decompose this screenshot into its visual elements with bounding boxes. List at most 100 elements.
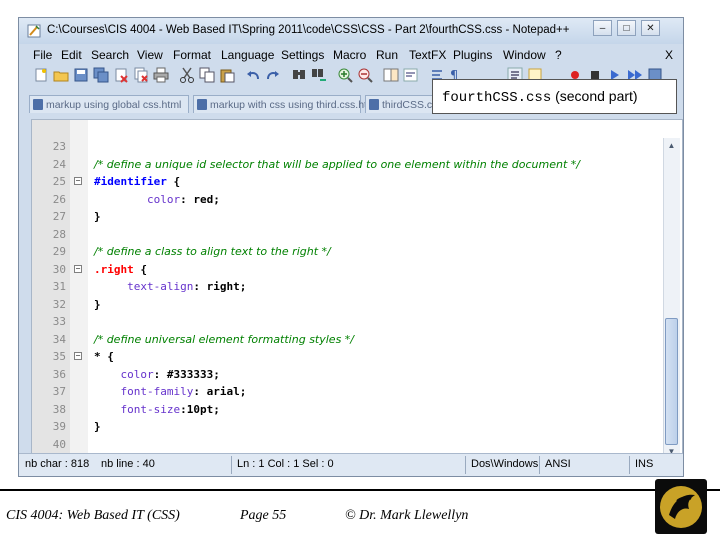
status-nb-line: nb line : 40 bbox=[101, 458, 155, 470]
close-icon[interactable] bbox=[113, 67, 129, 83]
code-line[interactable]: 31 text-align: right; bbox=[32, 278, 652, 296]
close-document-button[interactable]: X bbox=[665, 48, 673, 62]
zoom-out-icon[interactable] bbox=[357, 67, 373, 83]
code-line[interactable]: 29 /* define a class to align text to the… bbox=[32, 243, 652, 261]
code-token: ; bbox=[239, 280, 247, 293]
ucf-pegasus-logo bbox=[655, 479, 707, 534]
code-line[interactable]: 38 font-size:10pt; bbox=[32, 401, 652, 419]
status-separator bbox=[465, 456, 466, 474]
copy-icon[interactable] bbox=[199, 67, 215, 83]
minimize-button[interactable]: – bbox=[593, 20, 612, 36]
tab-markup-global-css[interactable]: markup using global css.html bbox=[29, 95, 189, 113]
save-icon[interactable] bbox=[73, 67, 89, 83]
fold-toggle-icon[interactable]: − bbox=[74, 264, 82, 273]
code-token: ; bbox=[213, 402, 220, 416]
code-line[interactable]: 27} bbox=[32, 208, 652, 226]
scroll-up-icon[interactable]: ▲ bbox=[665, 139, 678, 152]
code-token: : bbox=[180, 192, 194, 206]
code-line[interactable]: 35− * { bbox=[32, 348, 652, 366]
code-line[interactable]: 36 color: #333333; bbox=[32, 366, 652, 384]
cut-icon[interactable] bbox=[179, 67, 195, 83]
zoom-in-icon[interactable] bbox=[337, 67, 353, 83]
menu-file[interactable]: File bbox=[33, 48, 52, 62]
line-number: 32 bbox=[52, 297, 66, 311]
menu-plugins[interactable]: Plugins bbox=[453, 48, 492, 62]
code-editor[interactable]: 23 24 /* define a unique id selector that … bbox=[31, 119, 683, 460]
menu-language[interactable]: Language bbox=[221, 48, 274, 62]
menu-window[interactable]: Window bbox=[503, 48, 546, 62]
maximize-button[interactable]: □ bbox=[617, 20, 636, 36]
code-line[interactable]: 32} bbox=[32, 296, 652, 314]
code-token: : bbox=[180, 402, 187, 416]
footer-page: Page 55 bbox=[240, 508, 287, 523]
code-text: } bbox=[94, 418, 101, 436]
menu-help[interactable]: ? bbox=[555, 48, 562, 62]
close-all-icon[interactable] bbox=[133, 67, 149, 83]
status-bar: nb char : 818 nb line : 40 Ln : 1 Col : … bbox=[19, 453, 683, 476]
code-line[interactable]: 40 bbox=[32, 436, 652, 454]
scroll-thumb[interactable] bbox=[665, 318, 678, 445]
wrap-icon[interactable] bbox=[403, 67, 419, 83]
menu-edit[interactable]: Edit bbox=[61, 48, 82, 62]
status-nb-char: nb char : 818 bbox=[25, 458, 90, 470]
code-line[interactable]: 34 /* define universal element formatting… bbox=[32, 331, 652, 349]
code-line[interactable]: 30− .right { bbox=[32, 261, 652, 279]
code-token: ; bbox=[213, 192, 220, 206]
line-number: 35 bbox=[52, 350, 66, 363]
code-line[interactable]: 26 color: red; bbox=[32, 191, 652, 209]
code-text: text-align: right; bbox=[94, 278, 246, 296]
line-number: 31 bbox=[52, 280, 66, 293]
code-token: text-align bbox=[127, 280, 194, 293]
vertical-scrollbar[interactable]: ▲ ▼ bbox=[663, 138, 680, 459]
code-line[interactable]: 25− #identifier { bbox=[32, 173, 652, 191]
find-icon[interactable] bbox=[291, 67, 307, 83]
code-line[interactable]: 37 font-family: arial; bbox=[32, 383, 652, 401]
code-token: ; bbox=[239, 385, 247, 398]
save-all-icon[interactable] bbox=[93, 67, 109, 83]
code-token: /* define universal element formatting s… bbox=[94, 332, 354, 346]
pegasus-icon bbox=[660, 486, 702, 528]
close-window-button[interactable]: ✕ bbox=[641, 20, 660, 36]
window-title: C:\Courses\CIS 4004 - Web Based IT\Sprin… bbox=[47, 24, 570, 36]
new-file-icon[interactable] bbox=[33, 67, 49, 83]
code-line[interactable]: 24 /* define a unique id selector that wi… bbox=[32, 156, 652, 174]
fold-toggle-icon[interactable]: − bbox=[74, 352, 82, 360]
line-number: 28 bbox=[52, 227, 66, 241]
line-number: 39 bbox=[52, 420, 66, 433]
code-text: /* define universal element formatting s… bbox=[94, 331, 354, 349]
fold-toggle-icon[interactable]: − bbox=[74, 177, 82, 185]
code-token: } bbox=[94, 420, 101, 433]
menu-settings[interactable]: Settings bbox=[281, 48, 324, 62]
menu-search[interactable]: Search bbox=[91, 48, 129, 62]
replace-icon[interactable] bbox=[311, 67, 327, 83]
code-line[interactable]: 23 bbox=[32, 138, 652, 156]
code-line[interactable]: 28 bbox=[32, 226, 652, 244]
line-number: 40 bbox=[52, 437, 66, 451]
line-number: 27 bbox=[52, 210, 66, 223]
code-text: #identifier { bbox=[94, 173, 180, 191]
code-text: /* define a class to align text to the r… bbox=[94, 243, 331, 261]
code-token: red bbox=[193, 192, 214, 206]
menu-format[interactable]: Format bbox=[173, 48, 211, 62]
menu-macro[interactable]: Macro bbox=[333, 48, 366, 62]
sync-scroll-icon[interactable] bbox=[383, 67, 399, 83]
code-line[interactable]: 33 bbox=[32, 313, 652, 331]
open-file-icon[interactable] bbox=[53, 67, 69, 83]
code-token: font-size bbox=[120, 402, 181, 416]
code-token: arial bbox=[206, 385, 240, 398]
redo-icon[interactable] bbox=[265, 67, 281, 83]
title-bar[interactable]: C:\Courses\CIS 4004 - Web Based IT\Sprin… bbox=[19, 18, 683, 44]
paste-icon[interactable] bbox=[219, 67, 235, 83]
menu-textfx[interactable]: TextFX bbox=[409, 48, 446, 62]
undo-icon[interactable] bbox=[245, 67, 261, 83]
print-icon[interactable] bbox=[153, 67, 169, 83]
menu-run[interactable]: Run bbox=[376, 48, 398, 62]
tab-markup-third-css[interactable]: markup with css using third.css.html bbox=[193, 95, 378, 113]
menu-view[interactable]: View bbox=[137, 48, 163, 62]
file-tab-icon bbox=[197, 99, 207, 110]
code-token: #identifier bbox=[94, 175, 167, 188]
code-token: 10pt bbox=[186, 402, 214, 416]
status-eol: Dos\Windows bbox=[471, 458, 539, 470]
code-line[interactable]: 39} bbox=[32, 418, 652, 436]
tab-label: markup using global css.html bbox=[46, 99, 182, 111]
